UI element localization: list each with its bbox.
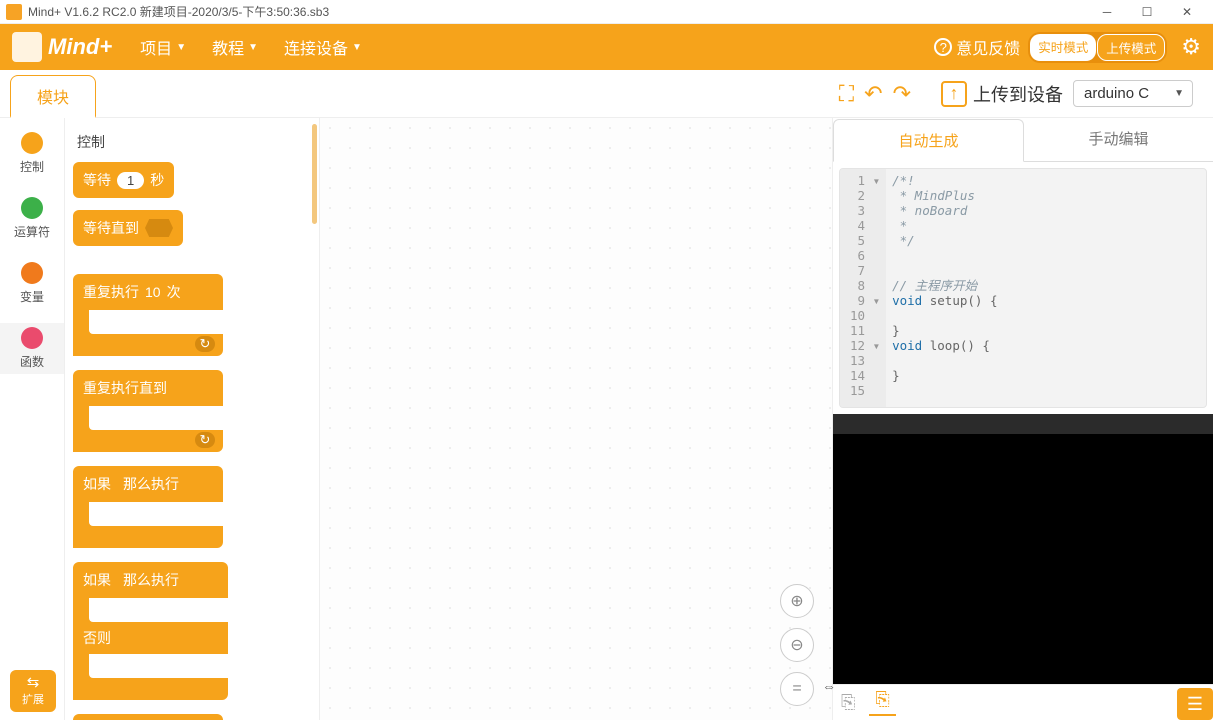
number-input[interactable]: 1: [117, 172, 144, 189]
usb-icon[interactable]: ⎘: [841, 692, 855, 713]
chevron-down-icon: ▼: [352, 42, 362, 53]
crop-icon[interactable]: ⛶: [839, 81, 854, 107]
undo-button[interactable]: ↶: [864, 81, 882, 107]
block-text: 次: [167, 282, 181, 302]
upload-to-device-button[interactable]: ↑ 上传到设备: [941, 81, 1063, 107]
recenter-button[interactable]: =: [780, 672, 814, 706]
logo-icon: [12, 32, 42, 62]
menu-toggle-button[interactable]: ☰: [1177, 688, 1213, 720]
window-minimize-button[interactable]: ─: [1087, 0, 1127, 24]
block-workspace[interactable]: ⊕ ⊖ =: [320, 118, 833, 720]
block-text: 否则: [83, 628, 111, 648]
block-palette: 控制 等待 1 秒 等待直到 重复执行 10 次 ↻ 重复执行直到: [65, 118, 320, 720]
zoom-in-button[interactable]: ⊕: [780, 584, 814, 618]
block-if-then-2[interactable]: 如果 那么执行: [73, 714, 223, 720]
feedback-label: 意见反馈: [956, 35, 1020, 59]
number-input[interactable]: 10: [145, 284, 161, 300]
window-titlebar: Mind+ V1.6.2 RC2.0 新建项目-2020/3/5-下午3:50:…: [0, 0, 1213, 24]
zoom-out-button[interactable]: ⊖: [780, 628, 814, 662]
block-if-then[interactable]: 如果 那么执行: [73, 466, 223, 548]
editor-gutter: 1 ▾ 2 3 4 5 6 7 8 9 ▾ 10 11 12 ▾ 13 14 1…: [840, 169, 886, 407]
code-pane: 自动生成 手动编辑 1 ▾ 2 3 4 5 6 7 8 9 ▾ 10 11 12…: [833, 118, 1213, 720]
editor-content: /*! * MindPlus * noBoard * */ // 主程序开始 v…: [886, 169, 1003, 407]
window-maximize-button[interactable]: ☐: [1127, 0, 1167, 24]
block-repeat-n-times[interactable]: 重复执行 10 次 ↻: [73, 274, 223, 356]
palette-scrollbar[interactable]: [312, 124, 317, 224]
settings-button[interactable]: ⚙: [1181, 34, 1201, 60]
category-functions[interactable]: 函数: [0, 323, 64, 374]
category-label: 函数: [20, 353, 44, 370]
menu-project-label: 项目: [140, 35, 172, 59]
chevron-down-icon: ▼: [248, 42, 258, 53]
palette-heading: 控制: [77, 132, 311, 152]
tab-modules[interactable]: 模块: [10, 75, 96, 118]
language-select-value: arduino C: [1084, 85, 1149, 102]
loop-arrow-icon: ↻: [195, 432, 215, 448]
chevron-down-icon: ▼: [176, 42, 186, 53]
loop-arrow-icon: ↻: [195, 336, 215, 352]
feedback-button[interactable]: ? 意见反馈: [934, 35, 1020, 59]
upload-icon: ↑: [941, 81, 967, 107]
tab-manual-edit[interactable]: 手动编辑: [1024, 118, 1213, 161]
terminal-output[interactable]: [833, 434, 1213, 684]
category-dot-icon: [21, 132, 43, 154]
block-text: 等待: [83, 170, 111, 190]
menu-tutorial[interactable]: 教程 ▼: [204, 31, 266, 63]
logo-text: Mind+: [48, 34, 112, 60]
main-area: 控制 运算符 变量 函数 控制 等待 1 秒 等待直到: [0, 118, 1213, 720]
menu-project[interactable]: 项目 ▼: [132, 31, 194, 63]
question-icon: ?: [934, 38, 952, 56]
code-editor[interactable]: 1 ▾ 2 3 4 5 6 7 8 9 ▾ 10 11 12 ▾ 13 14 1…: [839, 168, 1207, 408]
category-label: 变量: [20, 288, 44, 305]
block-text: 秒: [150, 170, 164, 190]
extensions-label: 扩展: [22, 691, 44, 707]
block-text: 重复执行: [83, 282, 139, 302]
app-header: Mind+ 项目 ▼ 教程 ▼ 连接设备 ▼ ? 意见反馈 实时模式 上传模式 …: [0, 24, 1213, 70]
bottom-dock: ⎘ ⎘ ⬇ ☰: [833, 684, 1213, 720]
window-title: Mind+ V1.6.2 RC2.0 新建项目-2020/3/5-下午3:50:…: [28, 3, 329, 20]
language-select[interactable]: arduino C: [1073, 80, 1193, 107]
sub-toolbar: 模块 ⛶ ↶ ↷ ↑ 上传到设备 arduino C: [0, 70, 1213, 118]
block-wait-until[interactable]: 等待直到: [73, 210, 183, 246]
category-control[interactable]: 控制: [0, 128, 64, 179]
app-icon: [6, 4, 22, 20]
menu-tutorial-label: 教程: [212, 35, 244, 59]
extensions-button[interactable]: ⇆ 扩展: [10, 670, 56, 712]
upload-mode-button[interactable]: 上传模式: [1097, 34, 1165, 61]
upload-label: 上传到设备: [973, 81, 1063, 107]
terminal-tabbar[interactable]: [833, 414, 1213, 434]
extensions-icon: ⇆: [27, 675, 40, 690]
menu-connect-device[interactable]: 连接设备 ▼: [276, 31, 370, 63]
block-text: 那么执行: [123, 570, 179, 590]
block-text: 重复执行直到: [83, 378, 167, 398]
app-logo: Mind+: [12, 32, 112, 62]
block-repeat-until[interactable]: 重复执行直到 ↻: [73, 370, 223, 452]
block-text: 如果: [83, 474, 111, 494]
category-label: 运算符: [14, 223, 50, 240]
block-if-then-else[interactable]: 如果 那么执行 否则: [73, 562, 228, 700]
menu-connect-label: 连接设备: [284, 35, 348, 59]
category-dot-icon: [21, 197, 43, 219]
category-dot-icon: [21, 327, 43, 349]
block-wait-seconds[interactable]: 等待 1 秒: [73, 162, 174, 198]
category-column: 控制 运算符 变量 函数: [0, 118, 65, 720]
redo-button[interactable]: ↷: [893, 81, 911, 107]
realtime-mode-button[interactable]: 实时模式: [1030, 34, 1096, 61]
usb-active-icon[interactable]: ⎘: [869, 689, 895, 716]
category-label: 控制: [20, 158, 44, 175]
block-text: 如果: [83, 570, 111, 590]
category-operators[interactable]: 运算符: [0, 193, 64, 244]
block-text: 等待直到: [83, 218, 139, 238]
category-variables[interactable]: 变量: [0, 258, 64, 309]
boolean-slot[interactable]: [145, 219, 173, 237]
window-close-button[interactable]: ✕: [1167, 0, 1207, 24]
tab-auto-generate[interactable]: 自动生成: [833, 119, 1024, 162]
mode-toggle: 实时模式 上传模式: [1028, 32, 1167, 63]
category-dot-icon: [21, 262, 43, 284]
block-text: 那么执行: [123, 474, 179, 494]
